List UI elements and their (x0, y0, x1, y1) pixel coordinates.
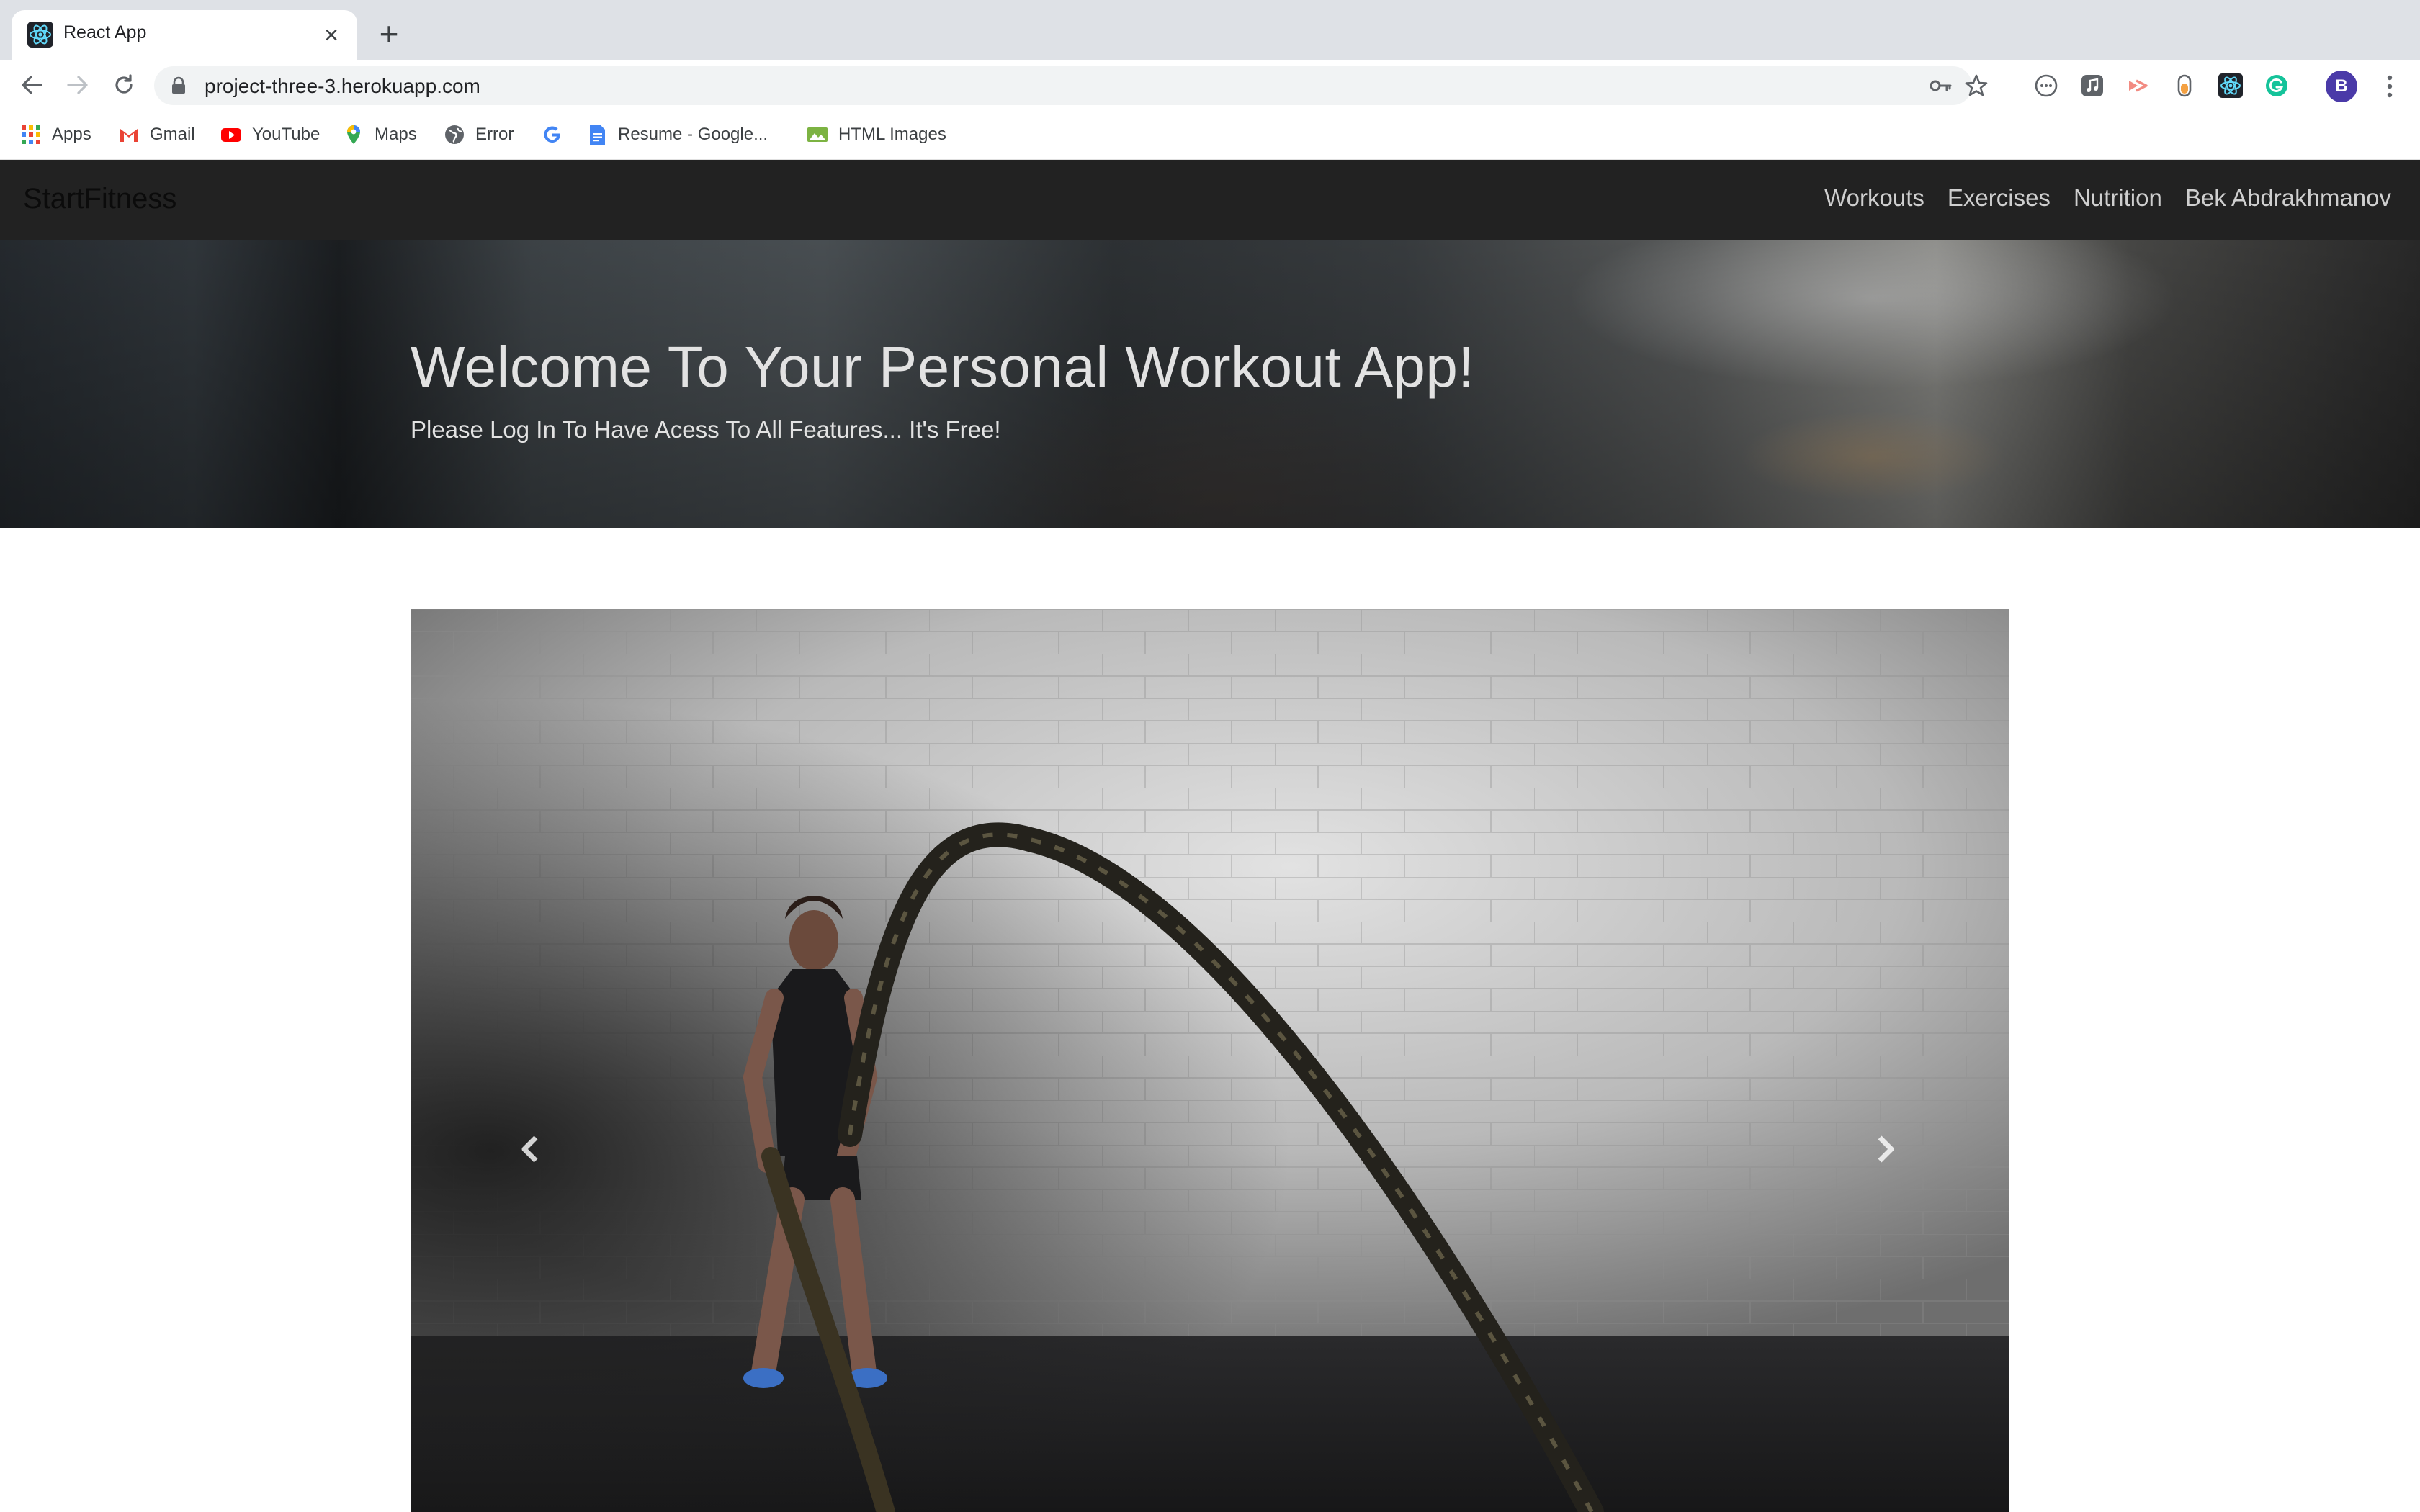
bookmark-label: Gmail (150, 125, 195, 144)
brand-logo[interactable]: StartFitness (23, 183, 176, 215)
browser-tabstrip: React App × + (0, 0, 2420, 60)
bookmark-label: HTML Images (838, 125, 946, 144)
bookmark-error[interactable]: Error (444, 122, 514, 147)
bookmark-label: Apps (52, 125, 91, 144)
back-icon[interactable] (14, 68, 49, 102)
bookmark-maps[interactable]: Maps (343, 122, 417, 147)
nav-link-user[interactable]: Bek Abdrakhmanov (2185, 184, 2391, 212)
html-images-icon (807, 127, 828, 142)
bookmark-youtube[interactable]: YouTube (220, 122, 320, 147)
reload-icon[interactable] (107, 68, 141, 102)
url-text[interactable]: project-three-3.herokuapp.com (205, 75, 480, 98)
bookmark-gmail[interactable]: Gmail (118, 122, 195, 147)
hero-banner: Welcome To Your Personal Workout App! Pl… (0, 240, 2420, 528)
new-tab-icon[interactable]: + (372, 17, 406, 52)
cast-extension-icon[interactable] (2126, 73, 2151, 98)
chevron-left-icon (521, 1135, 538, 1163)
tab-close-icon[interactable]: × (317, 21, 346, 50)
bookmark-google[interactable] (542, 122, 573, 147)
bookmark-label: YouTube (252, 125, 321, 144)
extension-circle-icon[interactable] (2034, 73, 2058, 98)
apps-grid-icon (22, 125, 40, 144)
profile-avatar[interactable]: B (2326, 71, 2357, 102)
nav-link-exercises[interactable]: Exercises (1948, 184, 2051, 212)
carousel-image (411, 609, 2009, 1512)
carousel-prev-button[interactable] (501, 1120, 559, 1178)
address-bar[interactable]: project-three-3.herokuapp.com (154, 66, 1988, 105)
music-extension-icon[interactable] (2080, 73, 2105, 98)
nav-links: Workouts Exercises Nutrition Bek Abdrakh… (1824, 184, 2391, 212)
hero-title: Welcome To Your Personal Workout App! (411, 335, 1475, 399)
bookmark-star-icon[interactable] (1963, 73, 1989, 99)
chevron-right-icon (1878, 1135, 1894, 1163)
react-icon (27, 22, 53, 48)
lock-icon[interactable] (170, 76, 187, 95)
bookmark-html-images[interactable]: HTML Images (807, 122, 946, 147)
forward-icon[interactable] (60, 68, 95, 102)
docs-icon (590, 125, 605, 145)
globe-icon (445, 125, 464, 144)
bookmark-label: Resume - Google... (618, 125, 768, 144)
nav-link-nutrition[interactable]: Nutrition (2074, 184, 2162, 212)
image-carousel (411, 609, 2009, 1512)
react-devtools-icon[interactable] (2218, 73, 2243, 98)
youtube-icon (221, 128, 241, 142)
battery-extension-icon[interactable] (2172, 73, 2197, 98)
carousel-next-button[interactable] (1857, 1120, 1914, 1178)
tab-title: React App (63, 22, 147, 42)
bookmark-label: Error (475, 125, 514, 144)
bookmark-resume[interactable]: Resume - Google... (586, 122, 768, 147)
google-icon (544, 126, 560, 143)
hero-subtitle: Please Log In To Have Acess To All Featu… (411, 416, 1001, 443)
maps-icon (347, 125, 360, 144)
browser-menu-icon[interactable] (2377, 71, 2403, 102)
bookmark-apps[interactable]: Apps (20, 122, 91, 147)
site-navbar: StartFitness Workouts Exercises Nutritio… (0, 160, 2420, 240)
grammarly-icon[interactable] (2264, 73, 2289, 98)
gmail-icon (120, 129, 138, 142)
browser-toolbar: project-three-3.herokuapp.com B (0, 60, 2420, 109)
nav-link-workouts[interactable]: Workouts (1824, 184, 1924, 212)
bookmarks-bar: Apps Gmail YouTube Maps Error Resume - G… (0, 109, 2420, 160)
browser-tab[interactable]: React App × (12, 10, 357, 60)
bookmark-label: Maps (375, 125, 417, 144)
key-icon[interactable] (1927, 73, 1953, 99)
